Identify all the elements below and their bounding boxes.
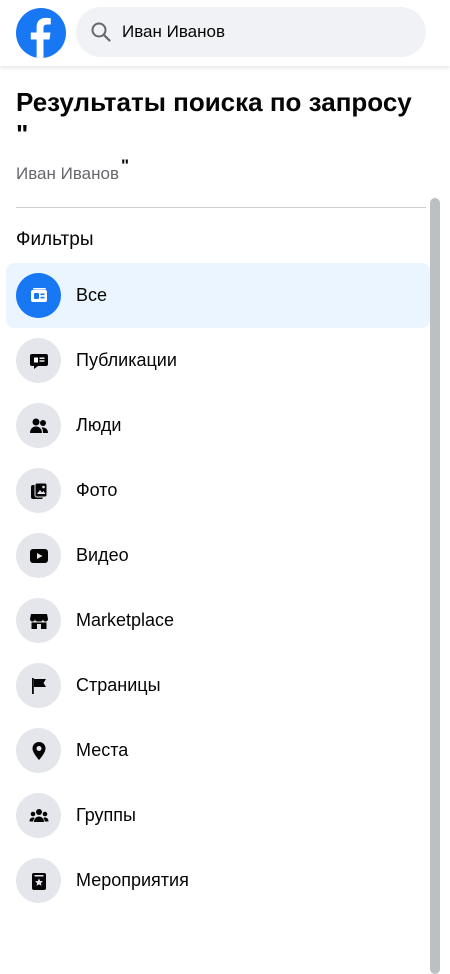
filter-label: Публикации (76, 350, 177, 370)
events-icon (16, 858, 61, 903)
filters-heading: Фильтры (16, 229, 94, 250)
scrollbar[interactable] (430, 198, 440, 974)
people-icon (16, 403, 61, 448)
places-icon (16, 728, 61, 773)
posts-icon (16, 338, 61, 383)
search-query-label: Иван Иванов " (16, 156, 130, 183)
page-title: Результаты поиска по запросу " (16, 87, 412, 149)
filter-label: Мероприятия (76, 870, 189, 890)
filter-label: Люди (76, 415, 122, 435)
search-input[interactable]: Иван Иванов (122, 7, 225, 57)
groups-icon (16, 793, 61, 838)
search-icon (90, 21, 112, 43)
filter-item-pages[interactable]: Страницы (6, 653, 430, 718)
video-icon (16, 533, 61, 578)
marketplace-icon (16, 598, 61, 643)
top-bar: Иван Иванов (0, 0, 450, 66)
filter-item-events[interactable]: Мероприятия (6, 848, 430, 913)
filter-item-marketplace[interactable]: Marketplace (6, 588, 430, 653)
filter-item-photos[interactable]: Фото (6, 458, 430, 523)
filter-label: Фото (76, 480, 118, 500)
divider (16, 207, 426, 208)
results-all-icon (16, 273, 61, 318)
filter-label: Видео (76, 545, 129, 565)
filter-label: Marketplace (76, 610, 175, 630)
filter-item-video[interactable]: Видео (6, 523, 430, 588)
filter-item-posts[interactable]: Публикации (6, 328, 430, 393)
filters-list: Все Публикации Люди Фото Видео Marketpla… (6, 263, 430, 913)
facebook-logo-icon[interactable] (16, 8, 66, 58)
search-filters-panel: Результаты поиска по запросу " Иван Иван… (0, 66, 450, 974)
filter-label: Места (76, 740, 129, 760)
filter-item-all[interactable]: Все (6, 263, 430, 328)
photos-icon (16, 468, 61, 513)
filter-label: Страницы (76, 675, 161, 695)
filter-item-groups[interactable]: Группы (6, 783, 430, 848)
filter-item-people[interactable]: Люди (6, 393, 430, 458)
pages-icon (16, 663, 61, 708)
search-bar[interactable]: Иван Иванов (76, 7, 426, 57)
filter-label: Все (76, 285, 108, 305)
filter-item-places[interactable]: Места (6, 718, 430, 783)
filter-label: Группы (76, 805, 136, 825)
